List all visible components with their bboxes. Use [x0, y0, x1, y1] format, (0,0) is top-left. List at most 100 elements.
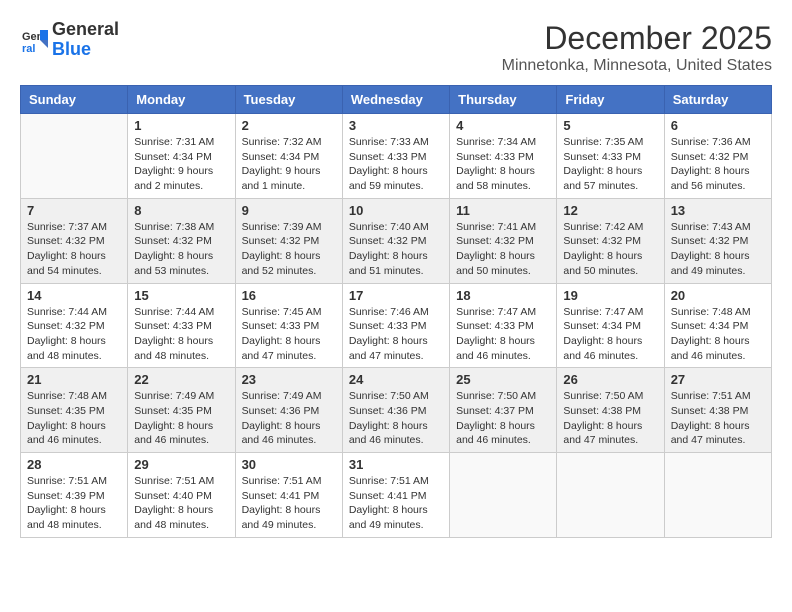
svg-text:ral: ral [22, 43, 35, 54]
calendar-cell: 26 Sunrise: 7:50 AMSunset: 4:38 PMDayligh… [557, 368, 664, 453]
day-info: Sunrise: 7:49 AMSunset: 4:35 PMDaylight:… [134, 389, 228, 448]
calendar-cell: 13 Sunrise: 7:43 AMSunset: 4:32 PMDayligh… [664, 198, 771, 283]
col-header-tuesday: Tuesday [235, 86, 342, 114]
day-number: 25 [456, 372, 550, 387]
calendar-cell: 28Sunrise: 7:51 AMSunset: 4:39 PMDayligh… [21, 453, 128, 538]
day-number: 30 [242, 457, 336, 472]
calendar-header-row: SundayMondayTuesdayWednesdayThursdayFrid… [21, 86, 772, 114]
day-number: 26 [563, 372, 657, 387]
day-number: 27 [671, 372, 765, 387]
day-info: Sunrise: 7:40 AMSunset: 4:32 PMDaylight:… [349, 220, 443, 279]
day-number: 4 [456, 118, 550, 133]
calendar-cell: 4 Sunrise: 7:34 AMSunset: 4:33 PMDaylight… [450, 114, 557, 199]
calendar-cell: 24 Sunrise: 7:50 AMSunset: 4:36 PMDayligh… [342, 368, 449, 453]
day-number: 5 [563, 118, 657, 133]
calendar-cell: 29Sunrise: 7:51 AMSunset: 4:40 PMDayligh… [128, 453, 235, 538]
calendar-cell: 20 Sunrise: 7:48 AMSunset: 4:34 PMDayligh… [664, 283, 771, 368]
day-info: Sunrise: 7:31 AMSunset: 4:34 PMDaylight:… [134, 135, 228, 194]
day-number: 11 [456, 203, 550, 218]
day-info: Sunrise: 7:43 AMSunset: 4:32 PMDaylight:… [671, 220, 765, 279]
day-number: 7 [27, 203, 121, 218]
day-number: 19 [563, 288, 657, 303]
calendar-cell: 31 Sunrise: 7:51 AMSunset: 4:41 PMDayligh… [342, 453, 449, 538]
day-info: Sunrise: 7:42 AMSunset: 4:32 PMDaylight:… [563, 220, 657, 279]
logo-icon: Gene ral [20, 26, 48, 54]
day-number: 22 [134, 372, 228, 387]
day-info: Sunrise: 7:51 AMSunset: 4:41 PMDaylight:… [349, 474, 443, 533]
day-number: 17 [349, 288, 443, 303]
calendar-cell: 17 Sunrise: 7:46 AMSunset: 4:33 PMDayligh… [342, 283, 449, 368]
day-number: 23 [242, 372, 336, 387]
calendar-week-row: 21 Sunrise: 7:48 AMSunset: 4:35 PMDayligh… [21, 368, 772, 453]
day-info: Sunrise: 7:44 AMSunset: 4:32 PMDaylight:… [27, 305, 121, 364]
day-info: Sunrise: 7:38 AMSunset: 4:32 PMDaylight:… [134, 220, 228, 279]
day-info: Sunrise: 7:34 AMSunset: 4:33 PMDaylight:… [456, 135, 550, 194]
calendar-cell: 18 Sunrise: 7:47 AMSunset: 4:33 PMDayligh… [450, 283, 557, 368]
calendar-cell: 11 Sunrise: 7:41 AMSunset: 4:32 PMDayligh… [450, 198, 557, 283]
day-number: 13 [671, 203, 765, 218]
day-number: 12 [563, 203, 657, 218]
day-number: 15 [134, 288, 228, 303]
calendar-week-row: 1Sunrise: 7:31 AMSunset: 4:34 PMDaylight… [21, 114, 772, 199]
day-number: 9 [242, 203, 336, 218]
day-number: 21 [27, 372, 121, 387]
day-info: Sunrise: 7:48 AMSunset: 4:35 PMDaylight:… [27, 389, 121, 448]
calendar-cell: 12 Sunrise: 7:42 AMSunset: 4:32 PMDayligh… [557, 198, 664, 283]
day-number: 6 [671, 118, 765, 133]
calendar-cell: 25 Sunrise: 7:50 AMSunset: 4:37 PMDayligh… [450, 368, 557, 453]
calendar-cell: 1Sunrise: 7:31 AMSunset: 4:34 PMDaylight… [128, 114, 235, 199]
day-info: Sunrise: 7:50 AMSunset: 4:38 PMDaylight:… [563, 389, 657, 448]
calendar-cell: 14 Sunrise: 7:44 AMSunset: 4:32 PMDayligh… [21, 283, 128, 368]
title-block: December 2025 Minnetonka, Minnesota, Uni… [502, 20, 772, 75]
calendar-cell: 3Sunrise: 7:33 AMSunset: 4:33 PMDaylight… [342, 114, 449, 199]
day-number: 20 [671, 288, 765, 303]
col-header-saturday: Saturday [664, 86, 771, 114]
logo-text: General Blue [52, 20, 119, 60]
day-number: 16 [242, 288, 336, 303]
calendar-cell: 9Sunrise: 7:39 AMSunset: 4:32 PMDaylight… [235, 198, 342, 283]
day-info: Sunrise: 7:47 AMSunset: 4:34 PMDaylight:… [563, 305, 657, 364]
calendar-cell: 22 Sunrise: 7:49 AMSunset: 4:35 PMDayligh… [128, 368, 235, 453]
calendar-cell [450, 453, 557, 538]
location: Minnetonka, Minnesota, United States [502, 57, 772, 75]
day-info: Sunrise: 7:51 AMSunset: 4:41 PMDaylight:… [242, 474, 336, 533]
calendar-cell: 15 Sunrise: 7:44 AMSunset: 4:33 PMDayligh… [128, 283, 235, 368]
day-info: Sunrise: 7:37 AMSunset: 4:32 PMDaylight:… [27, 220, 121, 279]
day-info: Sunrise: 7:41 AMSunset: 4:32 PMDaylight:… [456, 220, 550, 279]
calendar-cell: 16 Sunrise: 7:45 AMSunset: 4:33 PMDayligh… [235, 283, 342, 368]
col-header-wednesday: Wednesday [342, 86, 449, 114]
day-info: Sunrise: 7:46 AMSunset: 4:33 PMDaylight:… [349, 305, 443, 364]
day-number: 3 [349, 118, 443, 133]
day-number: 2 [242, 118, 336, 133]
day-number: 8 [134, 203, 228, 218]
calendar-cell: 5 Sunrise: 7:35 AMSunset: 4:33 PMDaylight… [557, 114, 664, 199]
calendar-cell: 2Sunrise: 7:32 AMSunset: 4:34 PMDaylight… [235, 114, 342, 199]
day-number: 18 [456, 288, 550, 303]
calendar-week-row: 14 Sunrise: 7:44 AMSunset: 4:32 PMDayligh… [21, 283, 772, 368]
day-number: 10 [349, 203, 443, 218]
calendar-cell: 23 Sunrise: 7:49 AMSunset: 4:36 PMDayligh… [235, 368, 342, 453]
day-info: Sunrise: 7:47 AMSunset: 4:33 PMDaylight:… [456, 305, 550, 364]
calendar-cell [21, 114, 128, 199]
day-info: Sunrise: 7:50 AMSunset: 4:36 PMDaylight:… [349, 389, 443, 448]
day-number: 14 [27, 288, 121, 303]
col-header-sunday: Sunday [21, 86, 128, 114]
day-number: 24 [349, 372, 443, 387]
day-number: 29 [134, 457, 228, 472]
day-info: Sunrise: 7:49 AMSunset: 4:36 PMDaylight:… [242, 389, 336, 448]
calendar-cell: 8 Sunrise: 7:38 AMSunset: 4:32 PMDaylight… [128, 198, 235, 283]
day-number: 31 [349, 457, 443, 472]
day-info: Sunrise: 7:48 AMSunset: 4:34 PMDaylight:… [671, 305, 765, 364]
col-header-thursday: Thursday [450, 86, 557, 114]
calendar-week-row: 28Sunrise: 7:51 AMSunset: 4:39 PMDayligh… [21, 453, 772, 538]
calendar-cell: 30 Sunrise: 7:51 AMSunset: 4:41 PMDayligh… [235, 453, 342, 538]
day-info: Sunrise: 7:35 AMSunset: 4:33 PMDaylight:… [563, 135, 657, 194]
logo: Gene ral General Blue [20, 20, 119, 60]
day-info: Sunrise: 7:45 AMSunset: 4:33 PMDaylight:… [242, 305, 336, 364]
day-info: Sunrise: 7:36 AMSunset: 4:32 PMDaylight:… [671, 135, 765, 194]
day-info: Sunrise: 7:44 AMSunset: 4:33 PMDaylight:… [134, 305, 228, 364]
col-header-friday: Friday [557, 86, 664, 114]
calendar-cell: 10 Sunrise: 7:40 AMSunset: 4:32 PMDayligh… [342, 198, 449, 283]
calendar-cell: 6 Sunrise: 7:36 AMSunset: 4:32 PMDaylight… [664, 114, 771, 199]
day-info: Sunrise: 7:50 AMSunset: 4:37 PMDaylight:… [456, 389, 550, 448]
